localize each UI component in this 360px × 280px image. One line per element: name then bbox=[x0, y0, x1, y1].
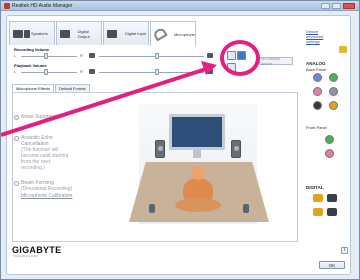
arrow-shaft bbox=[1, 67, 207, 137]
audio-manager-window: Realtek HD Audio Manager Speakers Digita… bbox=[0, 0, 360, 280]
annotation-arrow bbox=[1, 61, 217, 137]
